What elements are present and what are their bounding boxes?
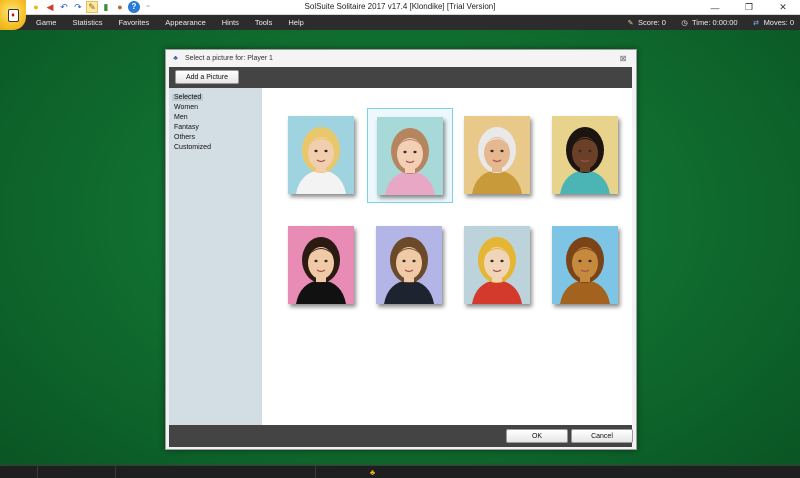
dialog-body: Selected Women Men Fantasy Others Customized: [169, 88, 632, 425]
game-stats: ✎ Score: 0 ◷ Time: 0:00:00 ⇄ Moves: 0: [626, 15, 794, 30]
menu-favorites[interactable]: Favorites: [110, 15, 157, 30]
menu-statistics[interactable]: Statistics: [64, 15, 110, 30]
dialog-close-button[interactable]: ⊠: [618, 53, 628, 63]
category-label: Customized: [174, 144, 211, 151]
solsuite-taskbar-icon[interactable]: ♣: [367, 467, 378, 478]
portrait-angel-blonde: [288, 116, 354, 194]
minimize-button[interactable]: —: [698, 0, 732, 15]
moves-text: Moves: 0: [763, 18, 794, 27]
picture-grid: [262, 88, 632, 425]
menu-appearance[interactable]: Appearance: [157, 15, 213, 30]
time-text: Time: 0:00:00: [691, 18, 738, 27]
score-icon: ✎: [627, 19, 634, 27]
category-fantasy[interactable]: Fantasy: [169, 123, 262, 133]
dialog-footer: OK Cancel: [169, 425, 633, 447]
category-men[interactable]: Men: [169, 113, 262, 123]
dialog-title: Select a picture for: Player 1: [185, 55, 273, 62]
taskbar-segment: [0, 466, 38, 478]
portrait-businessman: [376, 226, 442, 304]
portrait-woman-flower-hat: [377, 117, 443, 195]
category-women[interactable]: Women: [169, 103, 262, 113]
score-display: ✎ Score: 0: [626, 18, 666, 27]
category-label: Fantasy: [174, 124, 199, 131]
category-others[interactable]: Others: [169, 133, 262, 143]
portrait-old-wizard: [464, 116, 530, 194]
select-picture-dialog: ♣ Select a picture for: Player 1 ⊠ Add a…: [165, 49, 637, 450]
menu-bar: Game Statistics Favorites Appearance Hints To…: [0, 15, 800, 30]
restore-button[interactable]: ❐: [732, 0, 766, 15]
portrait-lion: [552, 226, 618, 304]
close-button[interactable]: ✕: [766, 0, 800, 15]
moves-display: ⇄ Moves: 0: [752, 18, 794, 27]
category-selected[interactable]: Selected: [169, 93, 262, 103]
picture-tile[interactable]: [543, 218, 629, 313]
category-label: Men: [174, 114, 188, 121]
app-logo-icon[interactable]: ♦: [0, 0, 26, 30]
picture-tile[interactable]: [279, 108, 365, 203]
category-label: Women: [174, 104, 198, 111]
taskbar-segment: [116, 466, 316, 478]
ok-button[interactable]: OK: [506, 429, 568, 443]
cancel-button[interactable]: Cancel: [571, 429, 633, 443]
moves-icon: ⇄: [753, 19, 759, 27]
add-picture-button[interactable]: Add a Picture: [175, 70, 239, 84]
main-menu: Game Statistics Favorites Appearance Hints To…: [28, 15, 312, 30]
score-text: Score: 0: [638, 18, 666, 27]
category-customized[interactable]: Customized: [169, 143, 262, 153]
portrait-woman-dark-curly: [552, 116, 618, 194]
time-display: ◷ Time: 0:00:00: [680, 18, 738, 27]
picture-tile[interactable]: [367, 108, 453, 203]
dialog-icon: ♣: [173, 55, 178, 62]
picture-tile[interactable]: [279, 218, 365, 313]
menu-game[interactable]: Game: [28, 15, 64, 30]
menu-hints[interactable]: Hints: [214, 15, 247, 30]
category-label: Others: [174, 134, 196, 141]
window-controls: — ❐ ✕: [698, 0, 800, 15]
taskbar-segment: [38, 466, 116, 478]
window-title: SolSuite Solitaire 2017 v17.4 [Klondike]…: [304, 2, 496, 11]
menu-help[interactable]: Help: [280, 15, 311, 30]
menu-tools[interactable]: Tools: [247, 15, 281, 30]
title-bar: ♦ ● ◀ ↶ ↷ ✎ ▮ ●? ⁼ SolSuite Solitaire 2017 v17.…: [0, 0, 800, 30]
taskbar: ♣: [0, 465, 800, 478]
dialog-title-bar: ♣ Select a picture for: Player 1 ⊠: [166, 50, 636, 67]
category-label: Selected: [172, 94, 204, 101]
picture-tile[interactable]: [543, 108, 629, 203]
portrait-jester: [464, 226, 530, 304]
category-list: Selected Women Men Fantasy Others Customized: [169, 88, 262, 425]
clock-icon: ◷: [681, 19, 688, 27]
picture-tile[interactable]: [455, 108, 541, 203]
dialog-toolbar: Add a Picture: [169, 67, 632, 88]
portrait-businesswoman: [288, 226, 354, 304]
picture-tile[interactable]: [455, 218, 541, 313]
playing-card-icon: ♦: [7, 8, 19, 22]
picture-tile[interactable]: [367, 218, 453, 313]
